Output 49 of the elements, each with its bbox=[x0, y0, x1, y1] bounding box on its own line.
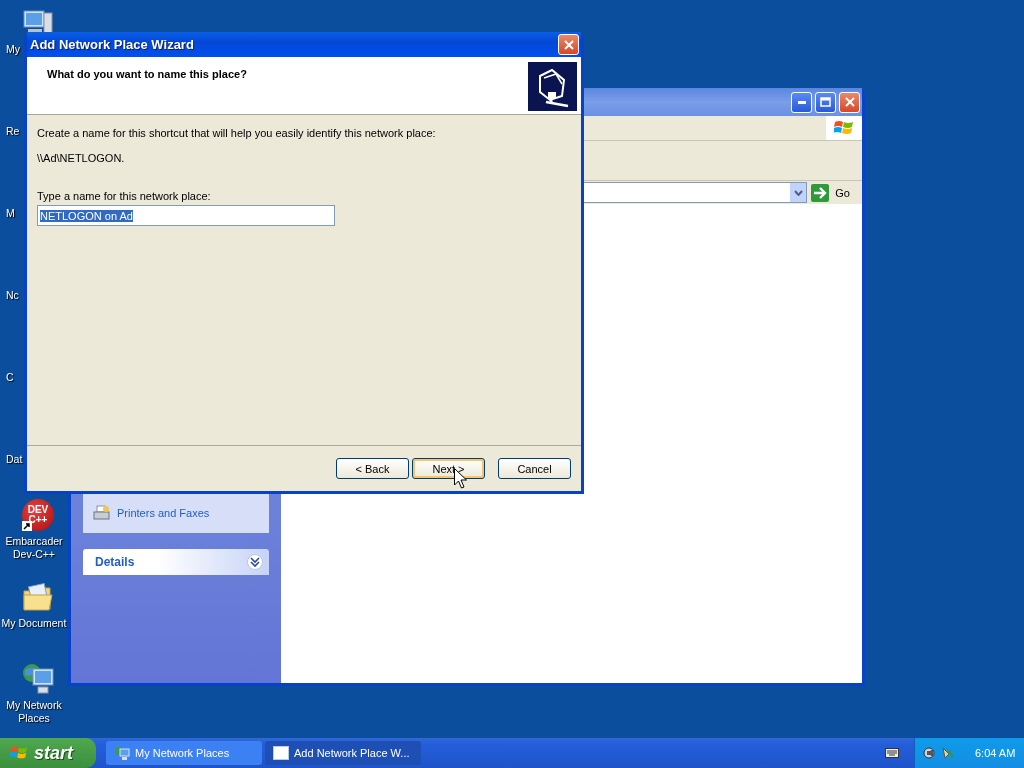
network-computer-icon[interactable] bbox=[21, 661, 55, 695]
mouse-pointer-icon bbox=[454, 468, 467, 489]
arrow-icon bbox=[811, 183, 830, 202]
wizard-button[interactable]: < Back bbox=[336, 458, 409, 479]
go-button[interactable]: Go bbox=[811, 183, 858, 202]
maximize-button[interactable] bbox=[815, 91, 836, 113]
windows-flag-icon bbox=[834, 119, 854, 137]
desktop-icon-label[interactable]: My Network Places bbox=[6, 699, 62, 725]
network-path: \\Ad\NETLOGON. bbox=[37, 152, 125, 164]
desktop-icon-label[interactable]: Embarcader Dev-C++ bbox=[5, 535, 63, 561]
details-header[interactable]: Details bbox=[83, 549, 269, 575]
taskbar-button[interactable]: Add Network Place W... bbox=[265, 741, 421, 765]
desktop-icon-label[interactable]: My bbox=[6, 43, 20, 56]
speaker-icon[interactable] bbox=[923, 746, 937, 760]
wizard-heading: What do you want to name this place? bbox=[47, 68, 247, 80]
close-icon bbox=[563, 39, 574, 50]
maximize-icon bbox=[820, 97, 831, 107]
taskbar-button[interactable]: My Network Places bbox=[106, 741, 262, 765]
network-icon[interactable] bbox=[941, 746, 955, 760]
keyboard-icon[interactable] bbox=[885, 748, 899, 758]
chevron-icon[interactable] bbox=[247, 554, 263, 570]
desktop-icon-label[interactable]: C bbox=[6, 371, 14, 384]
windows-logo-icon bbox=[10, 745, 28, 761]
wizard-button[interactable]: Cancel bbox=[498, 458, 571, 479]
desktop-icon-label[interactable]: Nc bbox=[6, 289, 19, 302]
close-button[interactable] bbox=[558, 34, 579, 55]
desktop-icon-label[interactable]: My Document bbox=[1, 617, 67, 630]
clock: 6:04 AM bbox=[975, 747, 1016, 759]
close-button[interactable] bbox=[839, 91, 860, 113]
wizard-button[interactable]: Next > bbox=[412, 458, 485, 479]
window-icon bbox=[273, 746, 289, 760]
caret-icon bbox=[793, 189, 803, 196]
desktop-icon-label[interactable]: M bbox=[6, 207, 15, 220]
network-computer-icon bbox=[114, 745, 130, 761]
folder-icon[interactable] bbox=[22, 581, 54, 613]
description-text: Create a name for this shortcut that will help you easily identify this network place: bbox=[37, 127, 436, 139]
minimize-button[interactable] bbox=[791, 91, 812, 113]
task-link[interactable]: Printers and Faxes bbox=[117, 507, 210, 519]
printer-icon bbox=[93, 505, 111, 521]
desktop-icon-label[interactable]: Re bbox=[6, 125, 20, 138]
window-title: Add Network Place Wizard bbox=[30, 37, 194, 52]
details-title: Details bbox=[95, 555, 135, 569]
minimize-icon bbox=[797, 100, 806, 104]
name-input-field[interactable]: NETLOGON on Ad bbox=[37, 205, 335, 226]
field-label: Type a name for this network place: bbox=[37, 190, 211, 202]
close-icon bbox=[844, 97, 855, 107]
dropdown-button[interactable] bbox=[790, 183, 807, 202]
desktop-icon-label[interactable]: Dat bbox=[6, 453, 23, 466]
network-folder-icon bbox=[528, 62, 577, 111]
